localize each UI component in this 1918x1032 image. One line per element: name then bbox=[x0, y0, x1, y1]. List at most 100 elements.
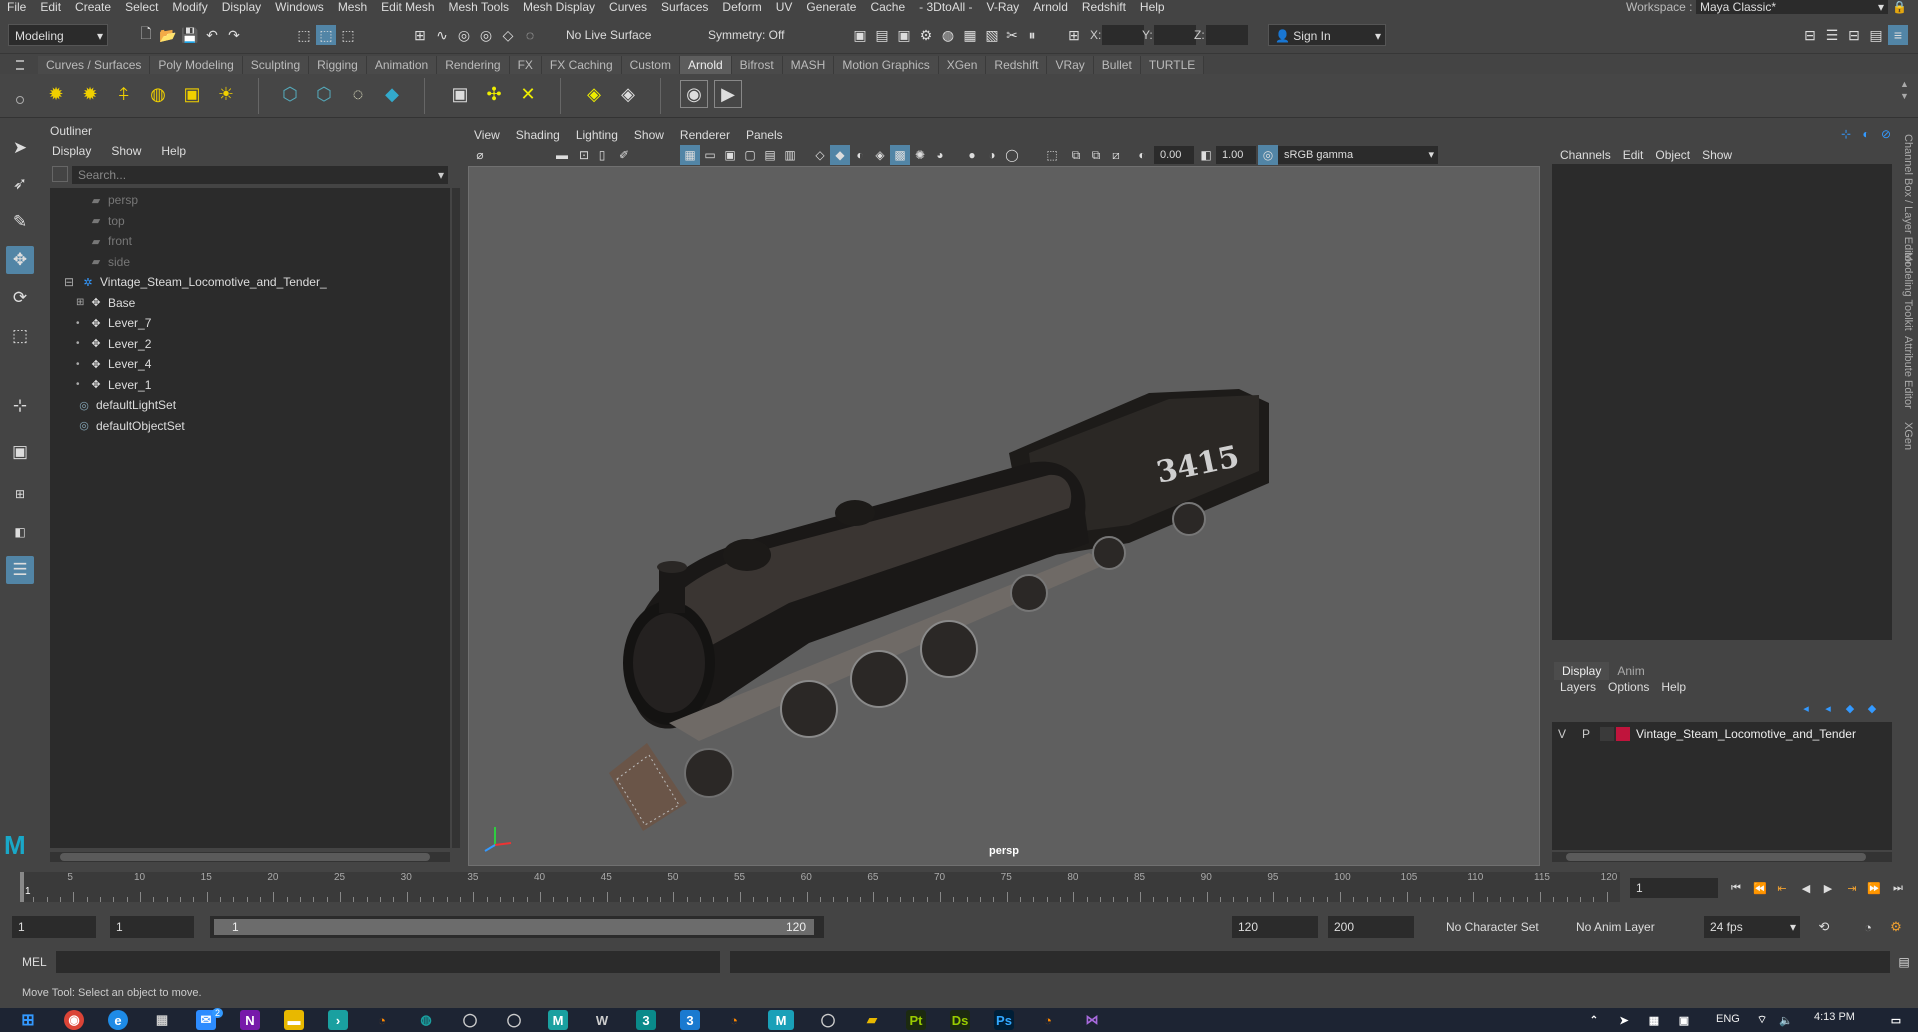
arnold-render-view-icon[interactable]: ▦ bbox=[960, 25, 980, 45]
outliner-node[interactable]: • ✥ Lever_4 bbox=[76, 354, 151, 374]
z-coordinate-field[interactable] bbox=[1206, 25, 1248, 45]
gate-mask-icon[interactable]: ▢ bbox=[740, 145, 760, 165]
light-editor-icon[interactable]: ◈ bbox=[614, 80, 642, 108]
collapse-icon[interactable]: ⊟ bbox=[64, 275, 74, 289]
last-tool-icon[interactable]: ⊹ bbox=[6, 392, 34, 420]
menu-arnold[interactable]: Arnold bbox=[1026, 0, 1075, 14]
outliner-menu-show[interactable]: Show bbox=[101, 142, 151, 160]
animation-preferences-icon[interactable]: ⚙ bbox=[1886, 917, 1906, 937]
script-editor-icon[interactable]: ▤ bbox=[1894, 952, 1914, 972]
shelf-tab-motion-graphics[interactable]: Motion Graphics bbox=[834, 56, 939, 74]
motion-blur-icon[interactable]: ◑ bbox=[982, 145, 1002, 165]
go-to-start-icon[interactable]: ⏮ bbox=[1726, 878, 1746, 898]
exposure-field[interactable]: 0.00 bbox=[1154, 146, 1194, 164]
menu-set-dropdown[interactable]: Modeling ▾ bbox=[8, 24, 108, 46]
paint-select-tool-icon[interactable]: ✎ bbox=[6, 208, 34, 236]
shelf-tab-arnold[interactable]: Arnold bbox=[679, 56, 732, 74]
outliner-horizontal-scrollbar[interactable] bbox=[50, 852, 450, 862]
step-forward-frame-icon[interactable]: ⏩ bbox=[1864, 878, 1884, 898]
wireframe-icon[interactable]: ◇ bbox=[810, 145, 830, 165]
side-tab-modeling-toolkit[interactable]: Modeling Toolkit bbox=[1902, 252, 1914, 331]
character-set-dropdown[interactable]: No Character Set bbox=[1440, 916, 1562, 938]
channel-box-menu-object[interactable]: Object bbox=[1649, 148, 1696, 162]
xray-joints-icon[interactable]: ⧉ bbox=[1086, 145, 1106, 165]
outliner-menu-display[interactable]: Display bbox=[42, 142, 101, 160]
render-sequence-icon[interactable]: ▤ bbox=[872, 25, 892, 45]
tray-chevron-icon[interactable]: ⌃ bbox=[1584, 1010, 1604, 1030]
current-frame-field[interactable]: 1 bbox=[1630, 878, 1718, 898]
outliner-search-input[interactable]: Search... ▾ bbox=[72, 166, 448, 184]
menu-redshift[interactable]: Redshift bbox=[1075, 0, 1133, 14]
bookmark-icon[interactable]: ⊡ bbox=[574, 145, 594, 165]
render-button-icon[interactable]: ▶ bbox=[714, 80, 742, 108]
side-tab-attribute-editor[interactable]: Attribute Editor bbox=[1902, 336, 1914, 409]
xray-icon[interactable]: ⧉ bbox=[1066, 145, 1086, 165]
layer-menu-help[interactable]: Help bbox=[1655, 680, 1692, 694]
shelf-tab-xgen[interactable]: XGen bbox=[938, 56, 987, 74]
flush-caches-icon[interactable]: ✕ bbox=[514, 80, 542, 108]
xray-components-icon[interactable]: ⧄ bbox=[1106, 145, 1126, 165]
sign-in-button[interactable]: 👤 Sign In ▾ bbox=[1268, 24, 1386, 46]
outliner-node[interactable]: • ✥ Lever_1 bbox=[76, 375, 151, 395]
new-empty-layer-icon[interactable]: ◆ bbox=[1840, 698, 1860, 718]
symmetry-dropdown[interactable]: Symmetry: Off bbox=[702, 24, 802, 46]
wifi-icon[interactable]: ⌔ bbox=[1752, 1010, 1772, 1030]
step-back-key-icon[interactable]: ⇤ bbox=[1772, 878, 1792, 898]
shelf-tab-custom[interactable]: Custom bbox=[621, 56, 680, 74]
auto-key-icon[interactable]: ◔ bbox=[1858, 917, 1878, 937]
film-gate-icon[interactable]: ▭ bbox=[700, 145, 720, 165]
mudbox-icon[interactable]: M bbox=[548, 1010, 568, 1030]
attribute-editor-icon[interactable]: ☰ bbox=[1822, 25, 1842, 45]
modeling-toolkit-icon[interactable]: ⊟ bbox=[1800, 25, 1820, 45]
move-layer-down-icon[interactable]: ◂ bbox=[1818, 698, 1838, 718]
shelf-tab-rigging[interactable]: Rigging bbox=[309, 56, 367, 74]
layer-color-swatch[interactable] bbox=[1616, 727, 1630, 741]
tool-settings-icon[interactable]: ⊟ bbox=[1844, 25, 1864, 45]
menu-mesh-tools[interactable]: Mesh Tools bbox=[442, 0, 516, 14]
shadows-icon[interactable]: ◕ bbox=[930, 145, 950, 165]
workspace-dropdown[interactable]: Maya Classic* ▾ bbox=[1696, 0, 1888, 14]
photoshop-icon[interactable]: Ps bbox=[994, 1010, 1014, 1030]
viewport-menu-lighting[interactable]: Lighting bbox=[568, 126, 626, 144]
select-tool-icon[interactable]: ➤ bbox=[6, 134, 34, 162]
range-slider-track[interactable]: 1 120 bbox=[210, 916, 824, 938]
menu-uv[interactable]: UV bbox=[769, 0, 800, 14]
cinema4d-icon[interactable]: ◯ bbox=[460, 1010, 480, 1030]
blender-icon[interactable]: ◔ bbox=[372, 1010, 392, 1030]
file-explorer-icon[interactable]: ▬ bbox=[284, 1010, 304, 1030]
shelf-tab-rendering[interactable]: Rendering bbox=[437, 56, 510, 74]
shelf-menu-icon[interactable] bbox=[16, 60, 24, 70]
edge-icon[interactable]: e bbox=[108, 1010, 128, 1030]
hypershade-icon[interactable]: ◍ bbox=[938, 25, 958, 45]
locomotive-model[interactable]: 3415 bbox=[469, 167, 1541, 867]
outliner-layout-icon[interactable]: ☰ bbox=[6, 556, 34, 584]
live-surface-field[interactable]: No Live Surface bbox=[560, 24, 670, 46]
layer-tab-display[interactable]: Display bbox=[1554, 662, 1610, 680]
menu-select[interactable]: Select bbox=[118, 0, 165, 14]
expand-icon[interactable]: ⊞ bbox=[76, 297, 84, 308]
default-material-icon[interactable]: ◐ bbox=[850, 145, 870, 165]
undo-icon[interactable]: ↶ bbox=[202, 25, 222, 45]
channel-box-icon[interactable]: ▤ bbox=[1866, 25, 1886, 45]
transform-constraint-icon[interactable]: ⊞ bbox=[1064, 25, 1084, 45]
menu-mesh[interactable]: Mesh bbox=[331, 0, 374, 14]
channel-box-menu-show[interactable]: Show bbox=[1696, 148, 1738, 162]
windows-start-icon[interactable]: ⊞ bbox=[18, 1010, 38, 1030]
side-tab-xgen[interactable]: XGen bbox=[1902, 422, 1914, 450]
3dsmax-icon[interactable]: 3 bbox=[636, 1010, 656, 1030]
blender-3-icon[interactable]: ◔ bbox=[1038, 1010, 1058, 1030]
wireframe-on-shaded-icon[interactable]: ◈ bbox=[870, 145, 890, 165]
use-all-lights-icon[interactable]: ✺ bbox=[910, 145, 930, 165]
gamma-icon[interactable]: ◧ bbox=[1196, 145, 1216, 165]
outliner-node[interactable]: ◎ defaultLightSet bbox=[76, 395, 176, 415]
move-tool-icon[interactable]: ✥ bbox=[6, 246, 34, 274]
folder-icon[interactable]: ▰ bbox=[862, 1010, 882, 1030]
painter-icon[interactable]: Pt bbox=[906, 1010, 926, 1030]
menu-edit-mesh[interactable]: Edit Mesh bbox=[374, 0, 441, 14]
physical-sky-icon[interactable]: ☀ bbox=[212, 80, 240, 108]
outliner-node[interactable]: • ✥ Lever_7 bbox=[76, 313, 151, 333]
viewport-menu-renderer[interactable]: Renderer bbox=[672, 126, 738, 144]
app-icon[interactable]: ◯ bbox=[818, 1010, 838, 1030]
clock-time[interactable]: 4:13 PM bbox=[1814, 1011, 1855, 1023]
play-forwards-icon[interactable]: ▶ bbox=[1818, 878, 1838, 898]
